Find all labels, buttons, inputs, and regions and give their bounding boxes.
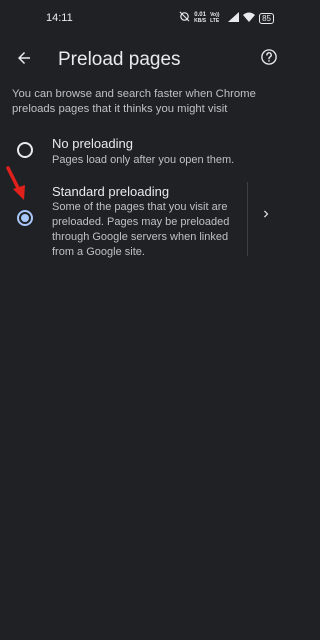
chevron-right-icon xyxy=(259,207,273,226)
option-subtitle: Some of the pages that you visit are pre… xyxy=(52,201,230,258)
option-subtitle: Pages load only after you open them. xyxy=(52,154,235,166)
arrow-back-icon xyxy=(15,49,33,72)
battery-indicator: 85 xyxy=(259,12,274,24)
annotation-arrow-icon xyxy=(2,165,32,210)
alarm-off-icon xyxy=(179,11,190,25)
vertical-divider xyxy=(247,182,248,256)
radio-standard-preloading[interactable] xyxy=(17,210,33,226)
volte-icon: Vo)) LTE xyxy=(210,11,220,24)
net-speed-unit: KB/S xyxy=(194,18,207,24)
page-title: Preload pages xyxy=(58,49,181,70)
signal-icon xyxy=(228,11,240,25)
status-icons: 0.01 KB/S Vo)) LTE 85 xyxy=(179,11,274,25)
description-text: You can browse and search faster when Ch… xyxy=(12,88,256,115)
option-standard-preloading[interactable]: Standard preloading Some of the pages th… xyxy=(0,182,288,262)
wifi-icon xyxy=(243,12,256,25)
option-no-preloading[interactable]: No preloading Pages load only after you … xyxy=(0,134,288,174)
status-bar: 14:11 0.01 KB/S Vo)) LTE 85 xyxy=(0,0,288,36)
app-bar: Preload pages xyxy=(0,36,288,88)
help-circle-icon xyxy=(260,48,278,71)
option-title: Standard preloading xyxy=(52,184,170,199)
option-title: No preloading xyxy=(52,136,133,151)
net-speed: 0.01 KB/S xyxy=(194,12,206,24)
back-button[interactable] xyxy=(10,46,38,74)
standard-preloading-details-button[interactable] xyxy=(254,204,278,228)
status-time: 14:11 xyxy=(46,12,73,24)
help-button[interactable] xyxy=(256,46,282,72)
radio-no-preloading[interactable] xyxy=(17,142,33,158)
